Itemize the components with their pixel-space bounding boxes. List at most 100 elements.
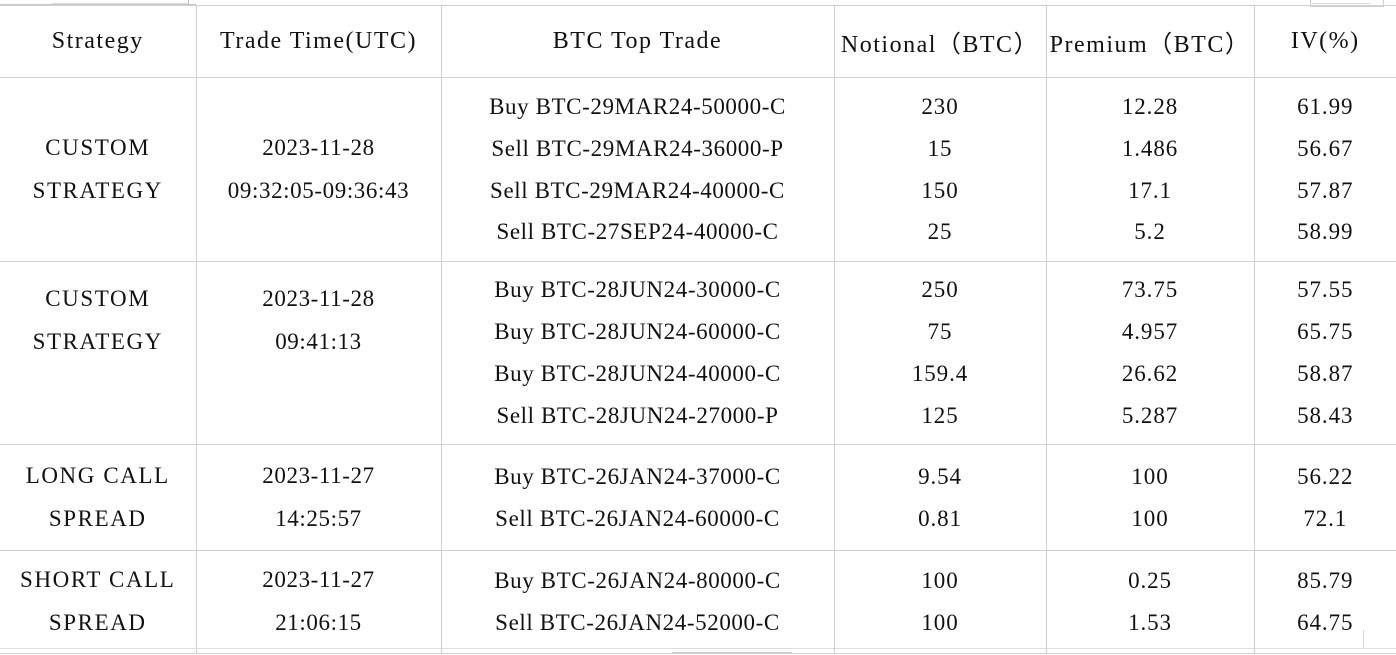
strategy-lines: CUSTOM STRATEGY [0, 262, 196, 444]
trade-time-range: 14:25:57 [275, 505, 362, 531]
notional-lines: 9.54 0.81 [835, 445, 1046, 550]
cell-iv[interactable]: 56.22 72.1 [1253, 444, 1396, 551]
premium-lines: 73.75 4.957 26.62 5.287 [1047, 262, 1254, 444]
premium-value: 1.486 [1121, 135, 1179, 161]
cell-top-trade[interactable]: Buy BTC-28JUN24-30000-C Buy BTC-28JUN24-… [440, 261, 835, 445]
iv-value: 58.99 [1297, 219, 1354, 245]
iv-value: 56.22 [1297, 463, 1354, 489]
time-lines: 2023-11-27 21:06:15 [197, 551, 441, 653]
trade-leg: Sell BTC-26JAN24-52000-C [495, 610, 780, 635]
cell-trade-time[interactable]: 2023-11-28 09:41:13 [195, 261, 442, 445]
premium-value: 17.1 [1128, 177, 1172, 203]
iv-lines: 57.55 65.75 58.87 58.43 [1255, 262, 1396, 444]
cell-iv[interactable]: 61.99 56.67 57.87 58.99 [1253, 77, 1396, 262]
cell-premium[interactable]: 12.28 1.486 17.1 5.2 [1045, 77, 1255, 262]
trade-lines: Buy BTC-28JUN24-30000-C Buy BTC-28JUN24-… [442, 262, 834, 444]
trade-leg: Buy BTC-28JUN24-60000-C [494, 319, 781, 345]
column-header-iv[interactable]: IV(%) [1253, 5, 1396, 78]
premium-value: 5.2 [1134, 219, 1166, 245]
iv-lines: 61.99 56.67 57.87 58.99 [1255, 78, 1396, 261]
column-header-trade-time[interactable]: Trade Time(UTC) [195, 5, 442, 78]
cell-top-trade[interactable]: Buy BTC-26JAN24-37000-C Sell BTC-26JAN24… [440, 444, 835, 551]
notional-value: 9.54 [918, 463, 962, 489]
header-row: Strategy Trade Time(UTC) BTC Top Trade N… [0, 5, 1396, 78]
top-clip-cell-right-underline [1312, 3, 1370, 4]
premium-value: 4.957 [1121, 319, 1179, 345]
notional-lines: 250 75 159.4 125 [835, 262, 1046, 444]
strategy-line: LONG CALL [25, 462, 170, 488]
trade-date: 2023-11-27 [262, 567, 375, 593]
table-row[interactable]: SHORT CALL SPREAD 2023-11-27 21:06:15 Bu… [0, 550, 1396, 654]
premium-value: 12.28 [1121, 93, 1179, 119]
iv-value: 57.55 [1297, 277, 1354, 303]
cell-premium[interactable]: 0.25 1.53 [1045, 550, 1255, 654]
trade-leg: Buy BTC-26JAN24-37000-C [494, 463, 781, 489]
cell-strategy[interactable]: SHORT CALL SPREAD [0, 550, 197, 654]
notional-value: 25 [927, 219, 953, 245]
trade-leg: Buy BTC-28JUN24-30000-C [494, 277, 781, 303]
trade-leg: Sell BTC-27SEP24-40000-C [496, 219, 779, 245]
btc-top-trades-table: Strategy Trade Time(UTC) BTC Top Trade N… [0, 5, 1396, 654]
cell-strategy[interactable]: LONG CALL SPREAD [0, 444, 197, 551]
notional-value: 150 [921, 177, 959, 203]
cell-notional[interactable]: 100 100 [833, 550, 1047, 654]
cell-trade-time[interactable]: 2023-11-27 14:25:57 [195, 444, 442, 551]
cell-premium[interactable]: 73.75 4.957 26.62 5.287 [1045, 261, 1255, 445]
notional-lines: 100 100 [835, 551, 1046, 653]
iv-value: 85.79 [1297, 568, 1354, 594]
cell-iv[interactable]: 57.55 65.75 58.87 58.43 [1253, 261, 1396, 445]
trade-date: 2023-11-27 [262, 462, 375, 488]
column-header-premium[interactable]: Premium（BTC） [1045, 5, 1255, 78]
trade-lines: Buy BTC-26JAN24-37000-C Sell BTC-26JAN24… [442, 445, 834, 550]
table-body: CUSTOM STRATEGY 2023-11-28 09:32:05-09:3… [0, 77, 1396, 654]
notional-value: 100 [921, 568, 959, 594]
strategy-lines: LONG CALL SPREAD [0, 445, 196, 550]
iv-lines: 56.22 72.1 [1255, 445, 1396, 550]
notional-value: 75 [927, 319, 953, 345]
column-header-top-trade[interactable]: BTC Top Trade [440, 5, 835, 78]
strategy-line: SHORT CALL [20, 567, 176, 593]
cell-premium[interactable]: 100 100 [1045, 444, 1255, 551]
strategy-lines: CUSTOM STRATEGY [0, 78, 196, 261]
trade-time-range: 09:41:13 [275, 328, 362, 354]
iv-value: 61.99 [1297, 93, 1354, 119]
premium-lines: 12.28 1.486 17.1 5.2 [1047, 78, 1254, 261]
cell-strategy[interactable]: CUSTOM STRATEGY [0, 261, 197, 445]
time-lines: 2023-11-28 09:32:05-09:36:43 [197, 78, 441, 261]
premium-value: 100 [1131, 463, 1169, 489]
iv-value: 56.67 [1297, 135, 1354, 161]
cell-top-trade[interactable]: Buy BTC-26JAN24-80000-C Sell BTC-26JAN24… [440, 550, 835, 654]
strategy-line: STRATEGY [32, 177, 163, 203]
cell-strategy[interactable]: CUSTOM STRATEGY [0, 77, 197, 262]
premium-value: 5.287 [1121, 402, 1179, 428]
iv-value: 58.43 [1297, 402, 1354, 428]
strategy-line: CUSTOM [45, 286, 151, 311]
cell-notional[interactable]: 250 75 159.4 125 [833, 261, 1047, 445]
time-lines: 2023-11-28 09:41:13 [197, 262, 441, 444]
table-row[interactable]: CUSTOM STRATEGY 2023-11-28 09:41:13 Buy … [0, 261, 1396, 445]
trade-time-range: 09:32:05-09:36:43 [227, 177, 410, 203]
column-header-strategy[interactable]: Strategy [0, 5, 197, 78]
top-clip-cell-underline [52, 3, 188, 4]
notional-value: 0.81 [918, 505, 962, 531]
iv-value: 72.1 [1303, 505, 1348, 531]
premium-value: 0.25 [1128, 568, 1172, 594]
iv-value: 57.87 [1297, 177, 1354, 203]
spreadsheet-canvas: Strategy Trade Time(UTC) BTC Top Trade N… [0, 0, 1396, 655]
cell-trade-time[interactable]: 2023-11-28 09:32:05-09:36:43 [195, 77, 442, 262]
notional-value: 100 [921, 610, 959, 635]
table-row[interactable]: CUSTOM STRATEGY 2023-11-28 09:32:05-09:3… [0, 77, 1396, 262]
table-row[interactable]: LONG CALL SPREAD 2023-11-27 14:25:57 Buy… [0, 444, 1396, 551]
column-header-notional[interactable]: Notional（BTC） [833, 5, 1047, 78]
cell-top-trade[interactable]: Buy BTC-29MAR24-50000-C Sell BTC-29MAR24… [440, 77, 835, 262]
trade-leg: Sell BTC-26JAN24-60000-C [495, 505, 780, 531]
cell-trade-time[interactable]: 2023-11-27 21:06:15 [195, 550, 442, 654]
strategy-line: SPREAD [48, 505, 147, 531]
premium-value: 26.62 [1121, 361, 1179, 386]
cell-notional[interactable]: 9.54 0.81 [833, 444, 1047, 551]
cell-notional[interactable]: 230 15 150 25 [833, 77, 1047, 262]
strategy-line: SPREAD [48, 610, 147, 635]
table-header: Strategy Trade Time(UTC) BTC Top Trade N… [0, 5, 1396, 78]
premium-value: 100 [1131, 505, 1169, 531]
cell-iv[interactable]: 85.79 64.75 [1253, 550, 1396, 654]
